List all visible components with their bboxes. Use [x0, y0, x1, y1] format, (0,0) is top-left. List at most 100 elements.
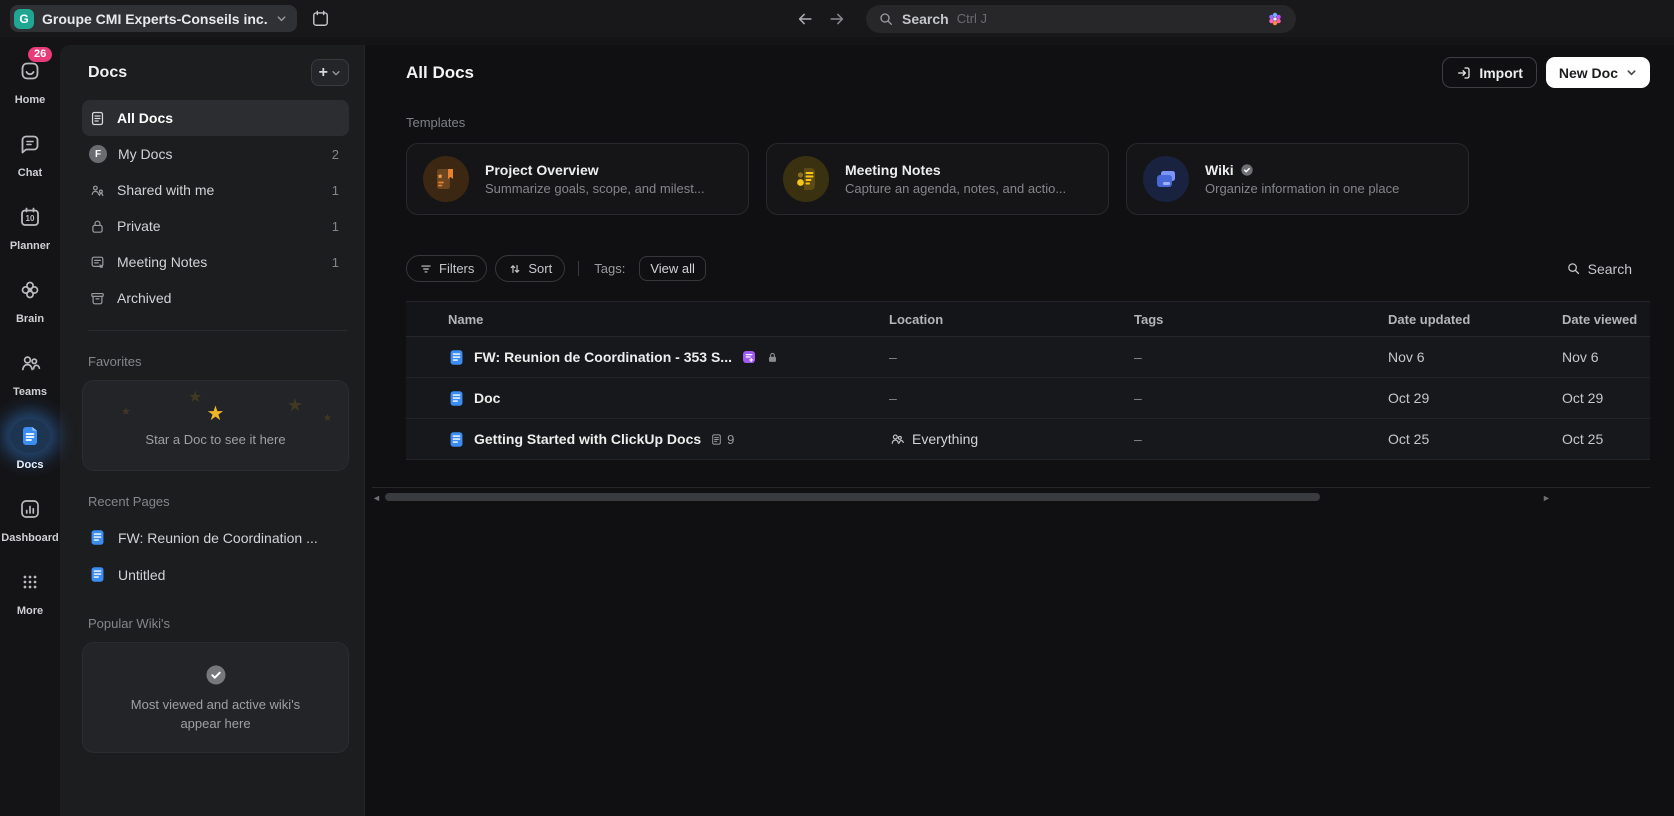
tags-label: Tags:: [594, 261, 625, 276]
search-placeholder: Search: [902, 11, 949, 27]
app-rail: 26 Home Chat 10 Planner: [0, 37, 60, 816]
docs-icon: [19, 425, 41, 447]
rail-item-brain[interactable]: Brain: [0, 267, 60, 340]
rail-item-docs[interactable]: Docs: [0, 413, 60, 486]
column-header-name[interactable]: Name: [406, 312, 889, 327]
topbar: G Groupe CMI Experts-Conseils inc. Searc…: [0, 0, 1674, 37]
table-row[interactable]: Doc – – Oct 29 Oct 29: [406, 378, 1650, 419]
divider: [372, 487, 1650, 488]
tags-cell: –: [1134, 431, 1388, 447]
import-icon: [1456, 65, 1472, 81]
everything-people-icon: [889, 431, 905, 447]
chevron-down-icon: [276, 13, 287, 24]
divider: [88, 330, 347, 331]
sidebar-item-archived[interactable]: Archived: [82, 280, 349, 316]
doc-name: FW: Reunion de Coordination - 353 S...: [474, 349, 732, 365]
date-updated-cell: Nov 6: [1388, 349, 1562, 365]
tags-cell: –: [1134, 349, 1388, 365]
location-cell: –: [889, 349, 1134, 365]
rail-item-dashboard[interactable]: Dashboard: [0, 486, 60, 559]
chevron-down-icon: [1626, 67, 1637, 78]
tags-view-all-button[interactable]: View all: [639, 256, 706, 281]
rail-label: Brain: [16, 313, 44, 325]
wiki-template-icon: [1143, 156, 1189, 202]
column-header-date-updated[interactable]: Date updated: [1388, 312, 1562, 327]
workspace-name: Groupe CMI Experts-Conseils inc.: [42, 11, 268, 27]
doc-name: Doc: [474, 390, 500, 406]
import-button[interactable]: Import: [1442, 57, 1537, 88]
calendar-icon[interactable]: [311, 9, 330, 28]
sidebar-item-shared-with-me[interactable]: Shared with me 1: [82, 172, 349, 208]
scroll-left-arrow-icon[interactable]: ◄: [372, 493, 381, 503]
favorites-section-title: Favorites: [82, 354, 349, 369]
new-doc-button[interactable]: New Doc: [1546, 57, 1650, 88]
rail-label: More: [17, 605, 43, 617]
doc-file-icon: [89, 529, 106, 546]
rail-item-home[interactable]: 26 Home: [0, 48, 60, 121]
forward-arrow-icon[interactable]: [824, 6, 850, 32]
brain-ai-icon: [18, 278, 42, 302]
decorative-star-icon: ★: [188, 387, 202, 407]
recent-page-item[interactable]: FW: Reunion de Coordination ...: [82, 519, 349, 556]
meeting-notes-template-icon: [783, 156, 829, 202]
search-icon: [878, 11, 894, 27]
project-overview-template-icon: [423, 156, 469, 202]
meeting-notes-icon: [89, 254, 106, 271]
divider: [578, 261, 579, 276]
star-icon: ★: [207, 404, 225, 424]
rail-item-teams[interactable]: Teams: [0, 340, 60, 413]
add-doc-button[interactable]: +: [311, 59, 349, 86]
popular-wikis-empty-card: Most viewed and active wiki's appear her…: [82, 642, 349, 753]
workspace-switcher[interactable]: G Groupe CMI Experts-Conseils inc.: [10, 5, 297, 32]
scroll-right-arrow-icon[interactable]: ►: [1542, 493, 1551, 503]
popular-wikis-empty-text: Most viewed and active wiki's appear her…: [83, 696, 348, 734]
template-card-project-overview[interactable]: Project Overview Summarize goals, scope,…: [406, 143, 749, 215]
rail-item-chat[interactable]: Chat: [0, 121, 60, 194]
popular-wikis-section-title: Popular Wiki's: [82, 616, 349, 631]
table-search-button[interactable]: Search: [1566, 261, 1632, 277]
recent-page-item[interactable]: Untitled: [82, 556, 349, 593]
sidebar-item-private[interactable]: Private 1: [82, 208, 349, 244]
column-header-date-viewed[interactable]: Date viewed: [1562, 312, 1650, 327]
plus-icon: +: [319, 65, 328, 81]
column-header-location[interactable]: Location: [889, 312, 1134, 327]
rail-label: Planner: [10, 240, 50, 252]
table-row[interactable]: FW: Reunion de Coordination - 353 S... –…: [406, 337, 1650, 378]
planner-calendar-icon: 10: [18, 205, 42, 229]
lock-icon: [766, 351, 779, 364]
doc-file-icon: [89, 566, 106, 583]
rail-label: Teams: [13, 386, 47, 398]
sidebar-item-my-docs[interactable]: F My Docs 2: [82, 136, 349, 172]
doc-file-icon: [448, 390, 465, 407]
chevron-down-icon: [331, 68, 341, 78]
sort-button[interactable]: Sort: [495, 255, 565, 282]
sidebar-item-all-docs[interactable]: All Docs: [82, 100, 349, 136]
sidebar-item-meeting-notes[interactable]: Meeting Notes 1: [82, 244, 349, 280]
location-cell: –: [889, 390, 1134, 406]
lock-icon: [89, 218, 106, 235]
doc-file-icon: [448, 431, 465, 448]
doc-file-icon: [448, 349, 465, 366]
template-card-meeting-notes[interactable]: Meeting Notes Capture an agenda, notes, …: [766, 143, 1109, 215]
rail-label: Docs: [17, 459, 44, 471]
decorative-star-icon: ★: [121, 405, 131, 418]
back-arrow-icon[interactable]: [792, 6, 818, 32]
notification-badge: 26: [28, 47, 52, 62]
filters-button[interactable]: Filters: [406, 255, 487, 282]
rail-item-planner[interactable]: 10 Planner: [0, 194, 60, 267]
search-icon: [1566, 261, 1581, 276]
scrollbar-thumb[interactable]: [385, 493, 1320, 501]
column-header-tags[interactable]: Tags: [1134, 312, 1388, 327]
doc-name: Getting Started with ClickUp Docs: [474, 431, 701, 447]
search-input[interactable]: Search Ctrl J: [866, 5, 1296, 33]
rail-item-more[interactable]: More: [0, 559, 60, 632]
page-title: All Docs: [406, 63, 474, 83]
home-icon: [18, 59, 42, 83]
chat-icon: [18, 132, 42, 156]
ai-sparkle-icon[interactable]: [1266, 10, 1284, 28]
location-cell[interactable]: Everything: [889, 431, 1134, 447]
table-row[interactable]: Getting Started with ClickUp Docs 9 Ev: [406, 419, 1650, 460]
date-viewed-cell: Nov 6: [1562, 349, 1650, 365]
template-card-wiki[interactable]: Wiki Organize information in one place: [1126, 143, 1469, 215]
search-shortcut: Ctrl J: [957, 11, 987, 26]
